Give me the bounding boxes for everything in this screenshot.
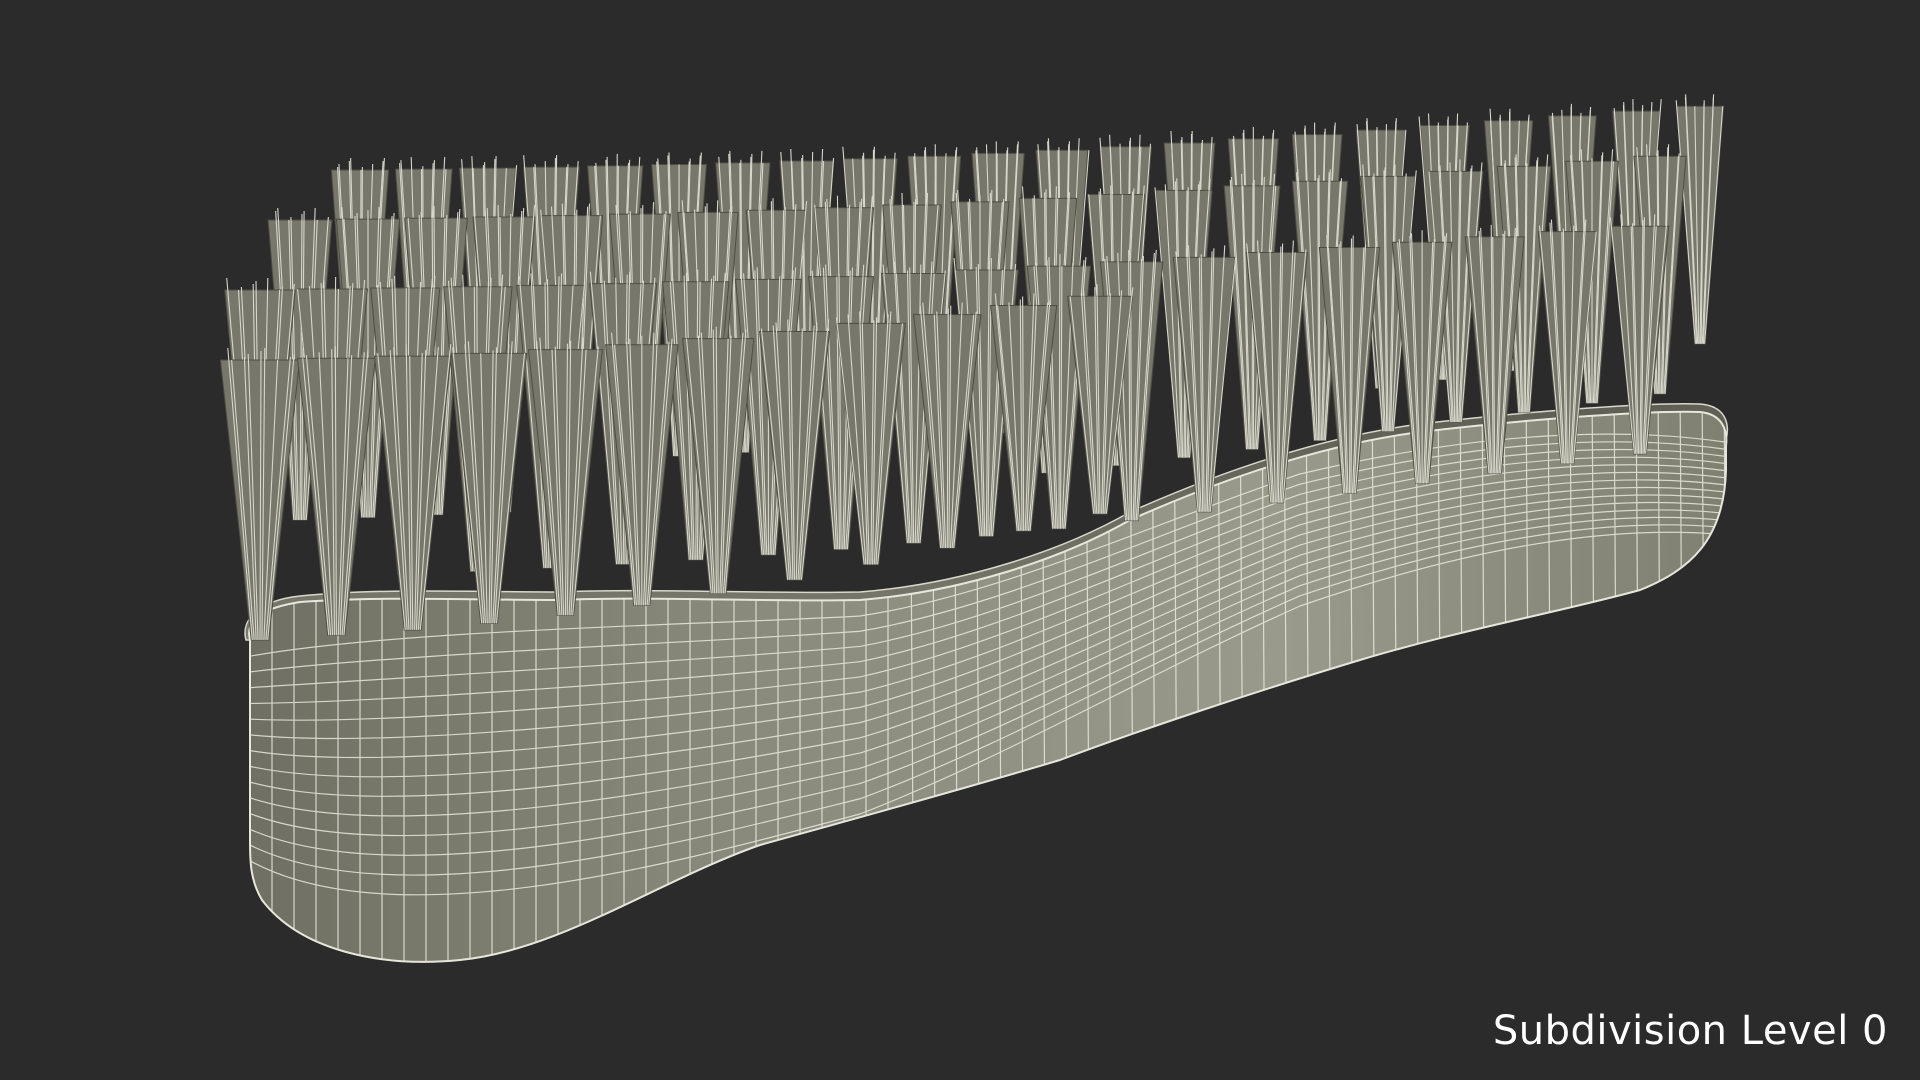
render-viewport: Subdivision Level 0: [0, 0, 1920, 1080]
brush-render: [219, 94, 1729, 963]
subdivision-level-caption: Subdivision Level 0: [1492, 1008, 1888, 1054]
